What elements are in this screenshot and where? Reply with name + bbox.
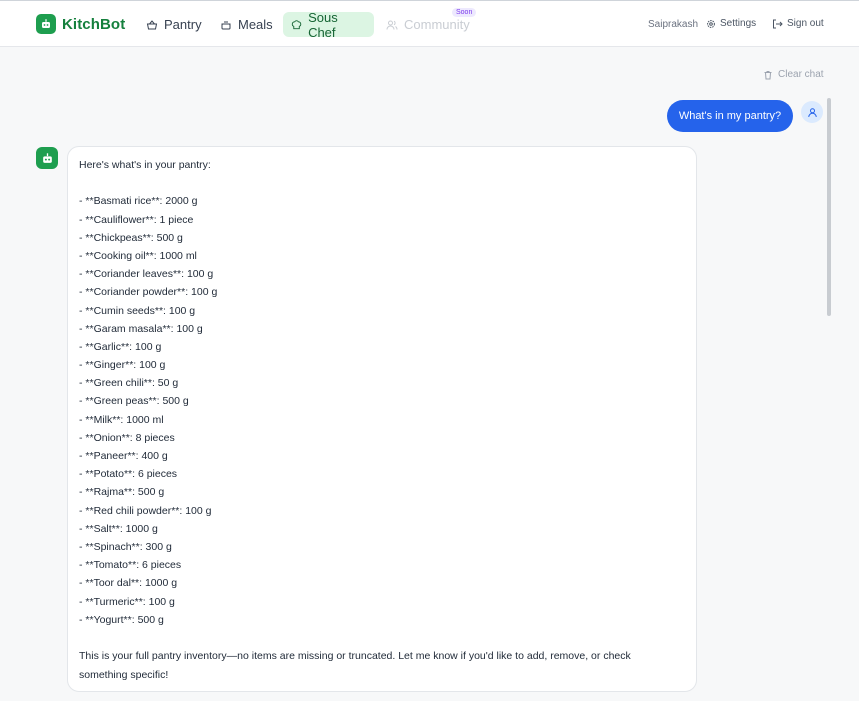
pantry-list-item: - **Basmati rice**: 2000 g xyxy=(79,195,198,208)
pantry-list-item: - **Turmeric**: 100 g xyxy=(79,595,175,608)
user-message-bubble: What's in my pantry? xyxy=(667,100,793,132)
clear-chat-label: Clear chat xyxy=(778,69,824,80)
settings-link[interactable]: Settings xyxy=(706,18,756,29)
pantry-list-item: - **Cauliflower**: 1 piece xyxy=(79,213,194,226)
pantry-list-item: - **Green peas**: 500 g xyxy=(79,395,189,408)
signout-label: Sign out xyxy=(787,18,824,29)
pantry-list-item: - **Paneer**: 400 g xyxy=(79,450,168,462)
nav-sous-chef[interactable]: Sous Chef xyxy=(283,9,374,40)
nav-sous-chef-label: Sous Chef xyxy=(308,9,338,40)
user-name: Saiprakash xyxy=(648,19,699,30)
bot-avatar-icon xyxy=(36,147,58,169)
bot-message-intro: Here's what's in your pantry: xyxy=(79,159,211,171)
pantry-list-item: - **Milk**: 1000 ml xyxy=(79,413,164,426)
nav-meals[interactable]: Meals xyxy=(212,12,283,37)
chef-hat-icon xyxy=(291,19,302,29)
users-icon xyxy=(386,20,398,30)
pantry-list-item: - **Cooking oil**: 1000 ml xyxy=(79,249,197,262)
pantry-list-item: - **Red chili powder**: 100 g xyxy=(79,504,212,517)
pantry-list-item: - **Chickpeas**: 500 g xyxy=(79,231,183,244)
nav-pantry-label: Pantry xyxy=(164,17,202,32)
top-navigation-bar: KitchBot Pantry Meals Sous Chef Communit… xyxy=(0,0,859,47)
pantry-list-item: - **Green chili**: 50 g xyxy=(79,377,179,390)
basket-icon xyxy=(146,19,158,29)
nav-community-label: Community xyxy=(404,17,470,32)
brand-name: KitchBot xyxy=(62,15,126,33)
chat-scrollbar[interactable] xyxy=(827,98,831,316)
pantry-list-item: - **Spinach**: 300 g xyxy=(79,540,172,553)
signout-link[interactable]: Sign out xyxy=(772,18,824,29)
user-message-text: What's in my pantry? xyxy=(678,110,782,122)
pantry-list-item: - **Coriander leaves**: 100 g xyxy=(79,268,214,281)
robot-logo-icon xyxy=(36,14,56,34)
gear-icon xyxy=(707,19,715,28)
soon-badge: Soon xyxy=(452,8,477,17)
pantry-list-item: - **Coriander powder**: 100 g xyxy=(79,286,218,299)
sign-out-icon xyxy=(773,19,783,28)
pantry-list-item: - **Tomato**: 6 pieces xyxy=(79,559,182,572)
nav-meals-label: Meals xyxy=(238,17,273,32)
pantry-list-item: - **Potato**: 6 pieces xyxy=(79,468,178,481)
user-avatar-icon xyxy=(801,101,823,123)
bot-message-footer: This is your full pantry inventory—no it… xyxy=(79,650,631,681)
pantry-list-item: - **Cumin seeds**: 100 g xyxy=(79,304,196,317)
pantry-list-item: - **Salt**: 1000 g xyxy=(79,522,158,535)
clear-chat-button[interactable]: Clear chat xyxy=(763,69,824,80)
pantry-list-item: - **Toor dal**: 1000 g xyxy=(79,577,178,590)
pantry-list-item: - **Yogurt**: 500 g xyxy=(79,613,164,626)
pantry-list-item: - **Garam masala**: 100 g xyxy=(79,322,203,335)
brand[interactable]: KitchBot xyxy=(36,14,125,34)
pantry-list-item: - **Ginger**: 100 g xyxy=(79,359,166,372)
pantry-item-list: - **Basmati rice**: 2000 g - **Cauliflowe… xyxy=(79,192,685,629)
settings-label: Settings xyxy=(720,18,757,29)
nav-pantry[interactable]: Pantry xyxy=(138,12,212,37)
pantry-list-item: - **Rajma**: 500 g xyxy=(79,486,165,499)
pantry-list-item: - **Onion**: 8 pieces xyxy=(79,431,175,444)
pantry-list-item: - **Garlic**: 100 g xyxy=(79,340,162,353)
bot-message-bubble: Here's what's in your pantry: - **Basmat… xyxy=(67,146,697,692)
tray-icon xyxy=(221,21,231,29)
trash-icon xyxy=(764,70,772,79)
